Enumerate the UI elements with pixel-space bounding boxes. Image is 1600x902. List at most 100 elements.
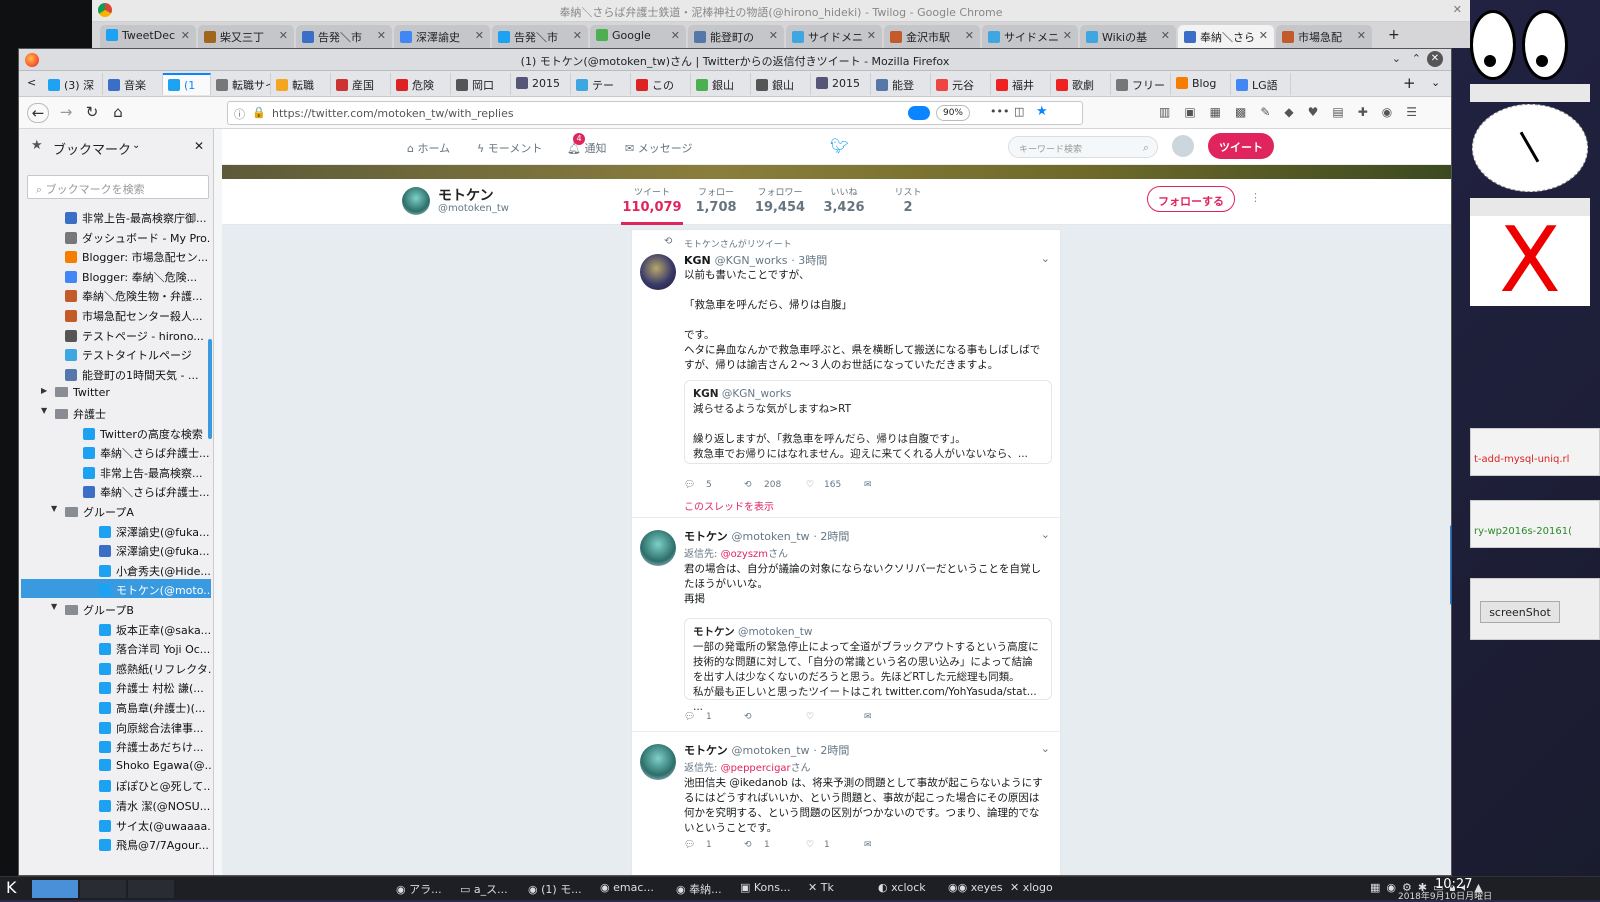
bookmark-item[interactable]: 落合洋司 Yoji Oc... (21, 638, 211, 657)
firefox-tab[interactable]: 産国 (331, 73, 391, 95)
firefox-tab[interactable]: (3) 深 (43, 73, 103, 95)
chrome-tab[interactable]: Wikiの基 ✕ (1080, 25, 1176, 48)
profile-handle[interactable]: @motoken_tw (438, 203, 509, 214)
url-text[interactable]: https://twitter.com/motoken_tw/with_repl… (272, 107, 514, 120)
follow-button[interactable]: フォローする (1147, 186, 1235, 212)
bookmark-search-input[interactable]: ⌕ ブックマークを検索 (27, 175, 209, 199)
chevron-down-icon[interactable]: ⌄ (1431, 76, 1440, 89)
reply-icon[interactable]: 💬︎ (684, 712, 695, 722)
firefox-tab[interactable]: Blog (1171, 73, 1231, 95)
firefox-tab[interactable]: 能登 (871, 73, 931, 95)
close-icon[interactable]: ✕ (377, 29, 386, 42)
profile-stat[interactable]: リスト 2 (868, 185, 948, 215)
dm-icon[interactable]: ✉ (864, 712, 872, 722)
chevron-down-icon[interactable]: ⌄ (132, 140, 140, 151)
dm-icon[interactable]: ✉ (864, 840, 872, 850)
chevron-down-icon[interactable]: ⌄ (1041, 252, 1050, 265)
bookmark-item[interactable]: ▶ Twitter (21, 383, 211, 402)
profile-name[interactable]: モトケン (438, 185, 494, 205)
task-item[interactable]: ▭ a_ス... (460, 881, 508, 897)
retweet-icon[interactable]: ⟲ (744, 840, 752, 850)
tweet-button[interactable]: ツイート (1208, 133, 1274, 159)
bookmark-item[interactable]: ダッシュボード - My Pro... (21, 227, 211, 246)
firefox-tab[interactable]: 銀山 (691, 73, 751, 95)
close-icon[interactable]: ✕ (1063, 29, 1072, 42)
firefox-tab[interactable]: 福井 (991, 73, 1051, 95)
nav-home[interactable]: ⌂ ホーム (407, 140, 450, 156)
close-icon[interactable]: ✕ (1357, 29, 1366, 42)
toggle-icon[interactable] (908, 106, 930, 120)
author-handle[interactable]: @motoken_tw (732, 744, 810, 757)
bookmark-item[interactable]: 飛鳥@7/7Agour... (21, 834, 211, 853)
close-icon[interactable]: ✕ (279, 29, 288, 42)
show-thread-link[interactable]: このスレッドを表示 (684, 498, 774, 513)
firefox-tab[interactable]: 転職サイ (211, 73, 271, 95)
sidebar-scrollbar[interactable] (208, 339, 212, 439)
screenshot-button[interactable]: screenShot (1480, 601, 1560, 623)
chevron-down-icon[interactable]: ⌄ (1041, 742, 1050, 755)
maximize-icon[interactable]: ⌃ (1412, 52, 1421, 65)
task-item[interactable]: ◉ アラ... (396, 881, 442, 897)
nav-moments[interactable]: ϟ モーメント (477, 140, 542, 156)
chrome-tab[interactable]: 市場急配 ✕ (1276, 25, 1372, 48)
bookmark-item[interactable]: 弁護士 村松 謙(... (21, 677, 211, 696)
close-icon[interactable]: ✕ (181, 29, 190, 42)
chrome-tab[interactable]: サイドメニ ✕ (982, 25, 1078, 48)
bookmark-item[interactable]: ぽぽひと@死して... (21, 775, 211, 794)
close-icon[interactable]: ✕ (965, 29, 974, 42)
firefox-tab[interactable]: LG語 (1231, 73, 1291, 95)
close-icon[interactable]: ✕ (1161, 29, 1170, 42)
chrome-tab[interactable]: 告発＼市 ✕ (296, 25, 392, 48)
bookmark-item[interactable]: 奉納＼さらば弁護士... (21, 442, 211, 461)
bookmark-item[interactable]: サイ太(@uwaaaa... (21, 815, 211, 834)
task-item[interactable]: ◐ xclock (878, 881, 926, 894)
home-icon[interactable]: ⌂ (107, 103, 129, 123)
bookmark-item[interactable]: ▼ グループA (21, 501, 211, 520)
new-tab-icon[interactable]: + (1403, 74, 1416, 92)
task-item[interactable]: ◉◉ xeyes (948, 881, 1003, 894)
toolbar-icons[interactable]: ▥▣▦▩✎◆♥▤✚◉☰ (1159, 105, 1439, 121)
chrome-tab[interactable]: 柴又三丁 ✕ (198, 25, 294, 48)
tweet-author[interactable]: KGN @KGN_works · 3時間 (684, 252, 827, 268)
bookmark-item[interactable]: モトケン(@moto... (21, 579, 211, 599)
chrome-tab[interactable]: 奉納＼さら ✕ (1178, 25, 1274, 48)
avatar[interactable] (1172, 135, 1194, 157)
reply-icon[interactable]: 💬︎ (684, 480, 695, 490)
bookmark-item[interactable]: 奉納＼さらば弁護士... (21, 481, 211, 500)
pager-desktop-3[interactable] (128, 880, 174, 898)
bookmark-item[interactable]: 非常上告-最高検察庁御... (21, 207, 211, 226)
twitter-search-input[interactable]: キーワード検索 ⌕ (1008, 136, 1158, 158)
chrome-tab[interactable]: 告発＼市 ✕ (492, 25, 588, 48)
minimize-icon[interactable]: ⌄ (1392, 52, 1401, 65)
more-icon[interactable]: ••• (990, 105, 1009, 118)
task-item[interactable]: ▣ Kons... (740, 881, 790, 894)
reply-icon[interactable]: 💬︎ (684, 840, 695, 850)
bookmark-item[interactable]: 深澤諭史(@fuka... (21, 540, 211, 559)
author-name[interactable]: モトケン (684, 744, 728, 757)
bookmark-item[interactable]: Twitterの高度な検索 (21, 423, 211, 442)
info-icon[interactable]: ⓘ (234, 106, 245, 122)
reply-mention[interactable]: @ozyszm (721, 549, 769, 560)
pocket-icon[interactable]: ◫ (1014, 105, 1024, 118)
sidebar-title[interactable]: ブックマーク (53, 139, 131, 158)
more-options-icon[interactable]: ⋮ (1250, 191, 1261, 204)
firefox-tab[interactable]: 音楽 (103, 73, 163, 95)
author-handle[interactable]: @motoken_tw (732, 530, 810, 543)
firefox-tab[interactable]: 2015 (811, 73, 871, 95)
tweet-avatar[interactable] (640, 744, 676, 780)
tweet[interactable]: モトケン @motoken_tw · 2時間 ⌄ 返信先: @peppercigar… (632, 732, 1060, 875)
tweet-author[interactable]: モトケン @motoken_tw · 2時間 (684, 528, 849, 544)
tab-scroll-left-icon[interactable]: < (27, 76, 36, 89)
author-name[interactable]: KGN (684, 254, 711, 267)
author-name[interactable]: モトケン (684, 530, 728, 543)
chrome-tab[interactable]: Google ✕ (590, 25, 686, 48)
task-item[interactable]: ✕ Tk (808, 881, 834, 894)
firefox-tab[interactable]: (1 (163, 73, 211, 95)
chevron-down-icon[interactable]: ⌄ (1041, 528, 1050, 541)
task-item[interactable]: ◉ emac... (600, 881, 654, 894)
task-item[interactable]: ◉ (1) モ... (528, 881, 582, 897)
chrome-tab[interactable]: 能登町の ✕ (688, 25, 784, 48)
tweet-time[interactable]: · 3時間 (791, 254, 827, 267)
zoom-level[interactable]: 90% (936, 105, 970, 121)
nav-notifications[interactable]: 🔔︎ 通知 (567, 140, 606, 156)
